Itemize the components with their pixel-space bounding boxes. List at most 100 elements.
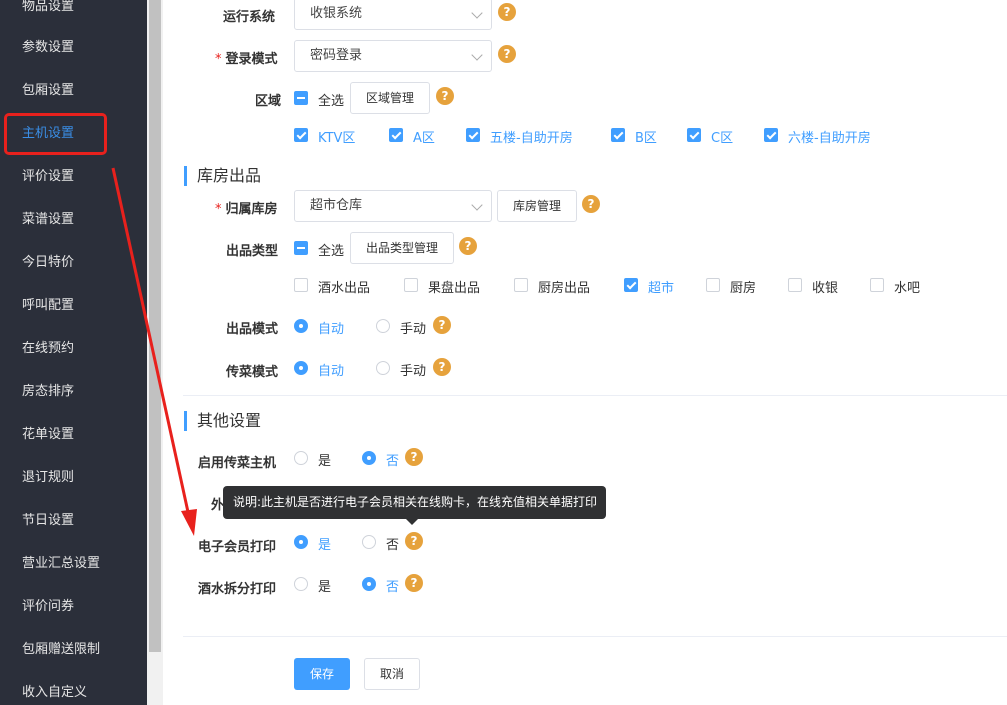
help-icon[interactable]: ?: [436, 87, 454, 105]
warehouse-select[interactable]: 超市仓库: [294, 190, 492, 222]
sidebar-item-gift-limit[interactable]: 包厢赠送限制: [0, 628, 147, 671]
output-type-select-all-checkbox[interactable]: [294, 241, 308, 255]
area-option-label: B区: [635, 131, 657, 146]
help-icon[interactable]: ?: [498, 45, 516, 63]
output-type-checkbox[interactable]: [706, 278, 720, 292]
output-type-manage-button[interactable]: 出品类型管理: [350, 232, 454, 264]
area-option-checkbox[interactable]: [764, 128, 778, 142]
help-icon[interactable]: ?: [405, 532, 423, 550]
run-system-select[interactable]: 收银系统: [294, 0, 492, 30]
sidebar-scrollbar-thumb[interactable]: [149, 0, 161, 652]
main-content: 运行系统 收银系统 ? * 登录模式 密码登录 ? 区域 全选 区域管理 ? KT…: [163, 0, 1007, 705]
serve-mode-auto-radio[interactable]: [294, 361, 308, 375]
warehouse-belong-label-text: 归属库房: [225, 202, 278, 217]
output-mode-manual-radio[interactable]: [376, 319, 390, 333]
serve-host-yes-radio[interactable]: [294, 451, 308, 465]
area-option-label: 五楼-自助开房: [490, 131, 573, 146]
help-icon[interactable]: ?: [405, 574, 423, 592]
e-member-print-yes-radio[interactable]: [294, 535, 308, 549]
serve-host-no-radio[interactable]: [362, 451, 376, 465]
area-option-checkbox[interactable]: [294, 128, 308, 142]
sidebar-item-revenue-summary[interactable]: 营业汇总设置: [0, 542, 147, 585]
sidebar-item-param-settings[interactable]: 参数设置: [0, 26, 147, 69]
sidebar-item-room-sort[interactable]: 房态排序: [0, 370, 147, 413]
divider: [183, 395, 1007, 396]
sidebar-item-income-custom[interactable]: 收入自定义: [0, 671, 147, 705]
serve-mode-label: 传菜模式: [226, 365, 279, 380]
e-member-print-no-radio[interactable]: [362, 535, 376, 549]
output-mode-auto-radio[interactable]: [294, 319, 308, 333]
serve-mode-auto-label: 自动: [318, 364, 345, 379]
sidebar-item-refund-rules[interactable]: 退订规则: [0, 456, 147, 499]
output-type-checkbox[interactable]: [514, 278, 528, 292]
login-mode-select[interactable]: 密码登录: [294, 40, 492, 72]
e-member-print-yes-label: 是: [318, 538, 332, 553]
area-option-label: A区: [413, 131, 435, 146]
sidebar-item-holiday-settings[interactable]: 节日设置: [0, 499, 147, 542]
area-manage-button[interactable]: 区域管理: [350, 82, 430, 114]
output-type-checkbox[interactable]: [870, 278, 884, 292]
cancel-button[interactable]: 取消: [364, 658, 420, 690]
wine-split-print-no-label: 否: [386, 580, 400, 595]
output-type-select-all-label: 全选: [318, 244, 345, 259]
area-option-checkbox[interactable]: [466, 128, 480, 142]
help-icon[interactable]: ?: [405, 448, 423, 466]
help-icon[interactable]: ?: [498, 3, 516, 21]
output-type-checkbox[interactable]: [624, 278, 638, 292]
output-type-checkbox[interactable]: [404, 278, 418, 292]
serve-host-no-label: 否: [386, 454, 400, 469]
sidebar-item-menu-settings[interactable]: 菜谱设置: [0, 198, 147, 241]
sidebar-item-review-survey[interactable]: 评价问券: [0, 585, 147, 628]
section-title-warehouse: 库房出品: [184, 166, 261, 186]
wine-split-print-label: 酒水拆分打印: [198, 582, 277, 597]
warehouse-value: 超市仓库: [310, 198, 363, 213]
area-option-checkbox[interactable]: [687, 128, 701, 142]
output-mode-label: 出品模式: [226, 322, 279, 337]
output-type-checkbox[interactable]: [788, 278, 802, 292]
help-icon[interactable]: ?: [459, 237, 477, 255]
area-option-checkbox[interactable]: [611, 128, 625, 142]
sidebar-item-online-booking[interactable]: 在线预约: [0, 327, 147, 370]
serve-host-label: 启用传菜主机: [198, 456, 277, 471]
e-member-print-no-label: 否: [386, 538, 400, 553]
tooltip: 说明:此主机是否进行电子会员相关在线购卡，在线充值相关单据打印: [223, 486, 606, 525]
area-option-checkbox[interactable]: [389, 128, 403, 142]
help-icon[interactable]: ?: [433, 358, 451, 376]
required-mark: *: [215, 52, 222, 67]
sidebar-item-daily-special[interactable]: 今日特价: [0, 241, 147, 284]
login-mode-label-text: 登录模式: [225, 52, 278, 67]
serve-mode-manual-radio[interactable]: [376, 361, 390, 375]
sidebar-item-call-config[interactable]: 呼叫配置: [0, 284, 147, 327]
run-system-value: 收银系统: [310, 6, 363, 21]
sidebar: 物品设置 参数设置 包厢设置 主机设置 评价设置 菜谱设置 今日特价 呼叫配置 …: [0, 0, 147, 705]
sidebar-item-review-settings[interactable]: 评价设置: [0, 155, 147, 198]
e-member-print-label: 电子会员打印: [198, 540, 277, 555]
tooltip-text: 说明:此主机是否进行电子会员相关在线购卡，在线充值相关单据打印: [233, 495, 598, 509]
help-icon[interactable]: ?: [582, 195, 600, 213]
sidebar-item-host-settings[interactable]: 主机设置: [0, 112, 147, 155]
output-mode-auto-label: 自动: [318, 322, 345, 337]
section-title-other: 其他设置: [184, 411, 261, 431]
wine-split-print-no-radio[interactable]: [362, 577, 376, 591]
sidebar-item-item-settings[interactable]: 物品设置: [0, 0, 147, 28]
output-type-option-label: 果盘出品: [428, 281, 481, 296]
output-type-checkbox[interactable]: [294, 278, 308, 292]
area-option-label: 六楼-自助开房: [788, 131, 871, 146]
output-type-option-label: 酒水出品: [318, 281, 371, 296]
help-icon[interactable]: ?: [433, 316, 451, 334]
area-select-all-checkbox[interactable]: [294, 91, 308, 105]
output-type-option-label: 厨房: [730, 281, 757, 296]
output-mode-manual-label: 手动: [400, 322, 427, 337]
area-option-label: C区: [711, 131, 734, 146]
wine-split-print-yes-label: 是: [318, 580, 332, 595]
sidebar-item-room-settings[interactable]: 包厢设置: [0, 69, 147, 112]
warehouse-manage-button[interactable]: 库房管理: [497, 190, 577, 222]
sidebar-item-flower-settings[interactable]: 花单设置: [0, 413, 147, 456]
warehouse-belong-label: * 归属库房: [215, 198, 278, 217]
wine-split-print-yes-radio[interactable]: [294, 577, 308, 591]
chevron-down-icon: [471, 199, 483, 211]
save-button[interactable]: 保存: [294, 658, 350, 690]
divider: [183, 636, 1007, 637]
tooltip-arrow: [406, 519, 418, 525]
serve-host-yes-label: 是: [318, 454, 332, 469]
